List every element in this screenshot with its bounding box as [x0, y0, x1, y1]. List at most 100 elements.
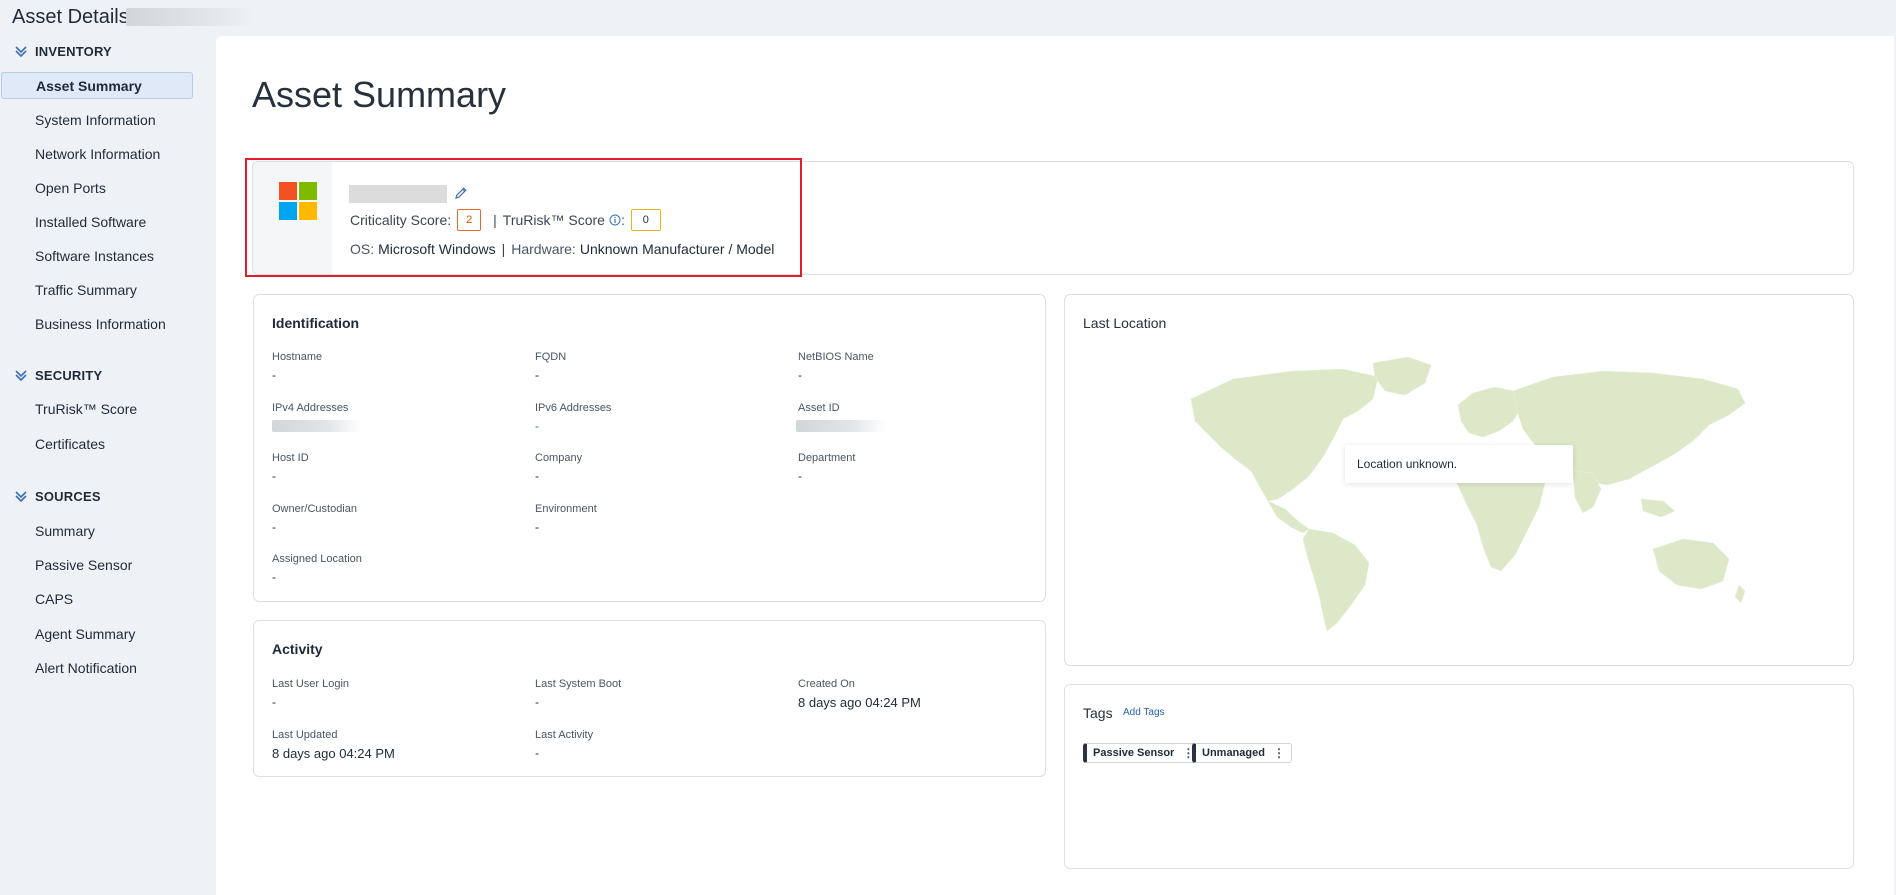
- field-label: Hostname: [272, 351, 323, 363]
- section-title: SECURITY: [35, 367, 103, 383]
- criticality-score-badge[interactable]: 2: [457, 209, 482, 231]
- field-department: Department -: [798, 452, 1038, 483]
- os-value: Microsoft Windows: [378, 241, 496, 257]
- os-hardware-line: OS: Microsoft Windows | Hardware: Unknow…: [350, 241, 774, 257]
- field-label: Host ID: [272, 452, 309, 464]
- field-value: 8 days ago 04:24 PM: [272, 746, 395, 761]
- field-label: Last System Boot: [535, 678, 622, 690]
- field-company: Company -: [535, 452, 775, 483]
- field-value: -: [272, 695, 276, 709]
- activity-card: Activity Last User Login - Last System B…: [253, 620, 1046, 777]
- sidebar-item-installed-software[interactable]: Installed Software: [0, 208, 192, 235]
- field-label: IPv6 Addresses: [535, 402, 612, 414]
- field-value: -: [272, 570, 276, 584]
- sidebar-item-passive-sensor[interactable]: Passive Sensor: [0, 551, 192, 578]
- windows-logo-icon: [279, 182, 317, 220]
- tag-label: Passive Sensor: [1093, 747, 1175, 759]
- sidebar-item-open-ports[interactable]: Open Ports: [0, 174, 192, 201]
- field-value: 8 days ago 04:24 PM: [798, 695, 921, 710]
- sidebar-item-alert-notification[interactable]: Alert Notification: [0, 654, 192, 681]
- world-map: [1190, 356, 1746, 632]
- field-label: Last User Login: [272, 678, 350, 690]
- field-value: -: [535, 469, 539, 483]
- top-bar: Asset Details:: [0, 0, 1896, 36]
- hardware-value: Unknown Manufacturer / Model: [579, 241, 775, 257]
- hardware-label: Hardware:: [511, 241, 576, 257]
- sidebar-item-agent-summary[interactable]: Agent Summary: [0, 620, 192, 647]
- sidebar-item-asset-summary[interactable]: Asset Summary: [1, 72, 193, 99]
- field-label: IPv4 Addresses: [272, 402, 349, 414]
- field-label: Department: [798, 452, 856, 464]
- sidebar-item-network-information[interactable]: Network Information: [0, 140, 192, 167]
- section-title: INVENTORY: [35, 43, 112, 59]
- sidebar-item-traffic-summary[interactable]: Traffic Summary: [0, 276, 192, 303]
- redacted-ipv4: [272, 420, 362, 432]
- trurisk-label: TruRisk™ Score: [502, 212, 605, 228]
- separator: |: [493, 212, 497, 228]
- tags-card: Tags Add Tags Passive Sensor ⋮ Unmanaged…: [1064, 684, 1854, 869]
- field-label: Last Updated: [272, 729, 338, 741]
- field-label: Company: [535, 452, 583, 464]
- chevron-down-icon: [15, 491, 27, 503]
- window-title: Asset Details:: [12, 6, 135, 28]
- field-value: -: [535, 419, 539, 433]
- field-host-id: Host ID -: [272, 452, 512, 483]
- add-tags-link[interactable]: Add Tags: [1123, 707, 1165, 718]
- field-value: -: [798, 469, 802, 483]
- page-title: Asset Summary: [252, 74, 507, 115]
- score-row: Criticality Score: 2 | TruRisk™ Score : …: [350, 208, 667, 232]
- field-label: Created On: [798, 678, 855, 690]
- sidebar-item-business-information[interactable]: Business Information: [0, 310, 192, 337]
- field-hostname: Hostname -: [272, 351, 512, 382]
- section-title: SOURCES: [35, 488, 101, 504]
- sidebar-item-certificates[interactable]: Certificates: [0, 430, 192, 457]
- separator: |: [501, 241, 506, 257]
- criticality-label: Criticality Score:: [350, 212, 452, 228]
- trurisk-colon: :: [620, 212, 625, 228]
- field-owner-custodian: Owner/Custodian -: [272, 503, 512, 534]
- redacted-asset-name: [126, 8, 256, 26]
- kebab-menu-icon[interactable]: ⋮: [1273, 746, 1285, 760]
- trurisk-score-badge[interactable]: 0: [630, 209, 661, 231]
- section-sources[interactable]: SOURCES: [14, 486, 101, 506]
- identification-card: Identification Hostname - FQDN - NetBIOS…: [253, 294, 1046, 602]
- field-value: -: [535, 520, 539, 534]
- sidebar-item-trurisk-score[interactable]: TruRisk™ Score: [0, 395, 192, 422]
- field-assigned-location: Assigned Location -: [272, 553, 512, 584]
- field-value: -: [272, 469, 276, 483]
- field-environment: Environment -: [535, 503, 775, 534]
- field-label: Asset ID: [798, 402, 840, 414]
- redacted-asset-name: [349, 185, 447, 203]
- tags-title: Tags: [1083, 705, 1113, 721]
- field-value: -: [272, 368, 276, 382]
- info-icon[interactable]: [609, 214, 621, 226]
- sidebar-item-summary[interactable]: Summary: [0, 517, 192, 544]
- field-last-system-boot: Last System Boot -: [535, 678, 775, 709]
- os-label: OS:: [350, 241, 375, 257]
- tag-unmanaged[interactable]: Unmanaged ⋮: [1192, 743, 1292, 763]
- field-value: -: [272, 520, 276, 534]
- sidebar: INVENTORY Asset Summary System Informati…: [0, 36, 216, 895]
- field-value: -: [798, 368, 802, 382]
- sidebar-item-system-information[interactable]: System Information: [0, 106, 192, 133]
- section-security[interactable]: SECURITY: [14, 365, 102, 385]
- field-label: Owner/Custodian: [272, 503, 357, 515]
- chevron-down-icon: [15, 370, 27, 382]
- sidebar-item-caps[interactable]: CAPS: [0, 585, 192, 612]
- redacted-asset-id: [796, 420, 886, 432]
- os-tile: [253, 162, 332, 274]
- last-location-title: Last Location: [1083, 315, 1167, 331]
- field-last-updated: Last Updated 8 days ago 04:24 PM: [272, 729, 512, 761]
- field-label: FQDN: [535, 351, 567, 363]
- sidebar-item-software-instances[interactable]: Software Instances: [0, 242, 192, 269]
- edit-pencil-icon[interactable]: [453, 185, 469, 201]
- tag-passive-sensor[interactable]: Passive Sensor ⋮: [1083, 743, 1202, 763]
- field-ipv4-addresses: IPv4 Addresses: [272, 402, 512, 437]
- field-fqdn: FQDN -: [535, 351, 775, 382]
- field-label: Environment: [535, 503, 597, 515]
- section-inventory[interactable]: INVENTORY: [14, 41, 112, 61]
- field-value: -: [535, 746, 539, 760]
- main-content: Asset Summary Criticality Score: 2 | Tru…: [216, 36, 1896, 895]
- field-label: Last Activity: [535, 729, 594, 741]
- field-created-on: Created On 8 days ago 04:24 PM: [798, 678, 1038, 710]
